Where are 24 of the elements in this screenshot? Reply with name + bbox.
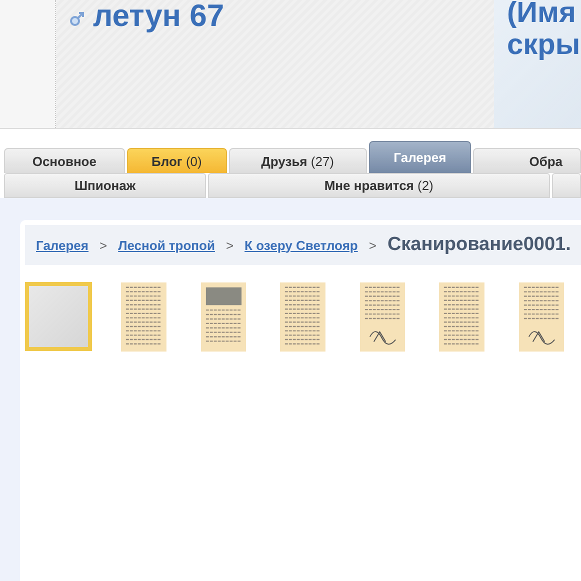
breadcrumb-separator: > xyxy=(226,238,234,252)
subtab[interactable]: Шпионаж xyxy=(4,173,206,198)
scanned-page-thumbnail[interactable] xyxy=(360,282,406,352)
profile-name: летун 67 xyxy=(93,0,224,34)
scanned-page-thumbnail[interactable] xyxy=(121,282,167,352)
subtab[interactable]: Мне нравится (2) xyxy=(208,173,550,198)
photo-title: Сканирование0001. xyxy=(387,234,571,256)
tab[interactable]: Основное xyxy=(4,148,125,173)
breadcrumb-link[interactable]: К озеру Светлояр xyxy=(244,238,358,252)
side-heading: скры xyxy=(507,29,581,61)
scanned-page-thumbnail[interactable] xyxy=(200,282,246,352)
thumbnail-placeholder[interactable] xyxy=(25,282,92,351)
breadcrumb-link[interactable]: Галерея xyxy=(36,238,89,252)
side-heading: (Имя xyxy=(507,0,577,29)
male-symbol-icon xyxy=(69,12,85,26)
scanned-page-thumbnail[interactable] xyxy=(280,282,326,352)
scanned-page-thumbnail[interactable] xyxy=(439,282,485,352)
scanned-page-thumbnail[interactable] xyxy=(518,282,564,352)
breadcrumb-separator: > xyxy=(368,238,376,252)
tab[interactable]: Друзья (27) xyxy=(228,148,367,173)
tab[interactable]: Обра xyxy=(473,148,581,173)
breadcrumb-link[interactable]: Лесной тропой xyxy=(118,238,215,252)
tab[interactable]: Блог (0) xyxy=(126,148,227,173)
breadcrumb-separator: > xyxy=(100,238,108,252)
